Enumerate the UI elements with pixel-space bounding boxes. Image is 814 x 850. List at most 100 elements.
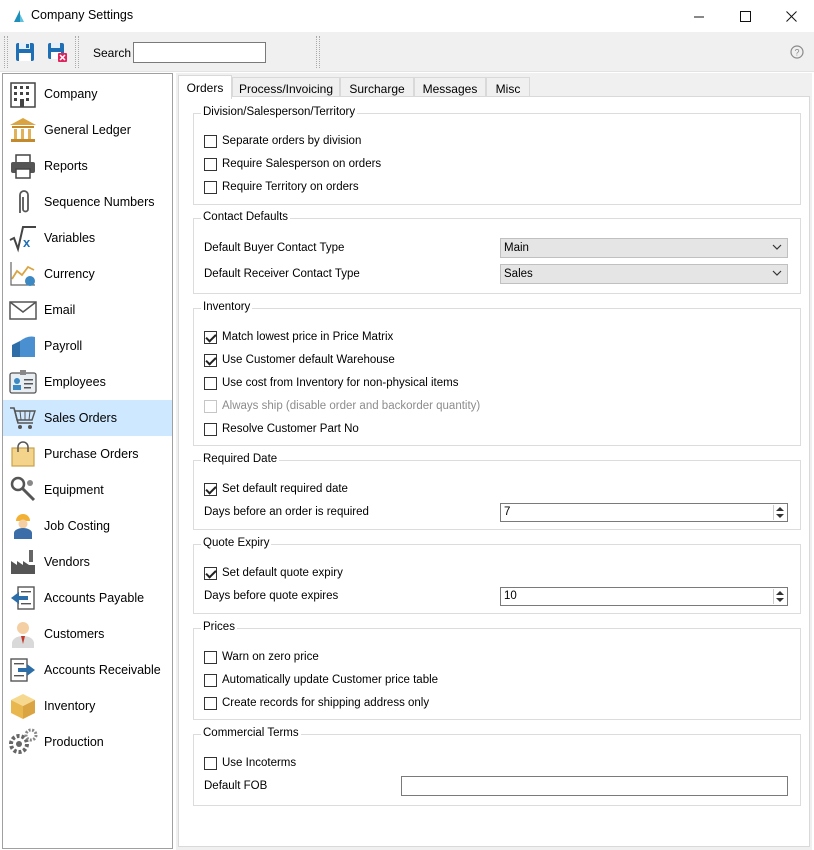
checkbox[interactable] (204, 134, 217, 148)
tab-messages[interactable]: Messages (414, 77, 486, 98)
receiver-contact-type-label: Default Receiver Contact Type (204, 268, 360, 280)
checkbox[interactable] (204, 482, 217, 496)
sidebar-item-label: Sales Orders (44, 411, 117, 425)
sidebar-item-email[interactable]: Email (3, 292, 172, 328)
tab-strip: Orders Process/Invoicing Surcharge Messa… (178, 75, 530, 99)
save-close-icon[interactable] (46, 41, 68, 63)
set-default-required-date-checkbox[interactable]: Set default required date (204, 481, 348, 497)
sidebar-item-sequence-numbers[interactable]: Sequence Numbers (3, 184, 172, 220)
checkbox[interactable] (204, 157, 217, 171)
require-salesperson-checkbox[interactable]: Require Salesperson on orders (204, 156, 381, 172)
sidebar-item-purchase-orders[interactable]: Purchase Orders (3, 436, 172, 472)
checkbox[interactable] (204, 422, 217, 436)
svg-text:?: ? (794, 48, 799, 58)
close-icon (785, 10, 797, 22)
sidebar-item-general-ledger[interactable]: General Ledger (3, 112, 172, 148)
sidebar-item-accounts-payable[interactable]: Accounts Payable (3, 580, 172, 616)
toolbar: Search ? (0, 32, 814, 72)
create-records-shipping-address-checkbox[interactable]: Create records for shipping address only (204, 695, 429, 711)
checkbox[interactable] (204, 650, 217, 664)
sidebar-item-customers[interactable]: Customers (3, 616, 172, 652)
spin-up-icon[interactable] (776, 507, 784, 511)
days-before-quote-expires-spinner[interactable]: 10 (500, 587, 788, 606)
match-lowest-price-checkbox[interactable]: Match lowest price in Price Matrix (204, 329, 393, 345)
use-customer-default-warehouse-checkbox[interactable]: Use Customer default Warehouse (204, 352, 395, 368)
shopping-bag-icon (11, 441, 35, 467)
checkbox-label: Require Territory on orders (222, 181, 359, 193)
checkbox[interactable] (204, 180, 217, 194)
division-group: Division/Salesperson/Territory Separate … (193, 106, 801, 205)
spinner-buttons[interactable] (773, 505, 786, 520)
checkbox-label: Use cost from Inventory for non-physical… (222, 377, 459, 389)
default-fob-input[interactable] (401, 776, 788, 796)
id-card-icon (9, 370, 37, 394)
tab-orders[interactable]: Orders (178, 75, 232, 99)
contact-defaults-group: Contact Defaults Default Buyer Contact T… (193, 211, 801, 294)
auto-update-customer-price-table-checkbox[interactable]: Automatically update Customer price tabl… (204, 672, 438, 688)
arrow-in-icon (10, 658, 35, 682)
sidebar-item-payroll[interactable]: Payroll (3, 328, 172, 364)
require-territory-checkbox[interactable]: Require Territory on orders (204, 179, 359, 195)
days-before-required-spinner[interactable]: 7 (500, 503, 788, 522)
checkbox-label: Automatically update Customer price tabl… (222, 674, 439, 686)
search-input[interactable] (133, 42, 266, 63)
checkbox[interactable] (204, 673, 217, 687)
sidebar-item-currency[interactable]: Currency (3, 256, 172, 292)
sidebar-item-label: Customers (44, 627, 105, 641)
use-cost-from-inventory-checkbox[interactable]: Use cost from Inventory for non-physical… (204, 375, 458, 391)
close-button[interactable] (768, 0, 814, 32)
separate-orders-by-division-checkbox[interactable]: Separate orders by division (204, 133, 361, 149)
sidebar-item-job-costing[interactable]: Job Costing (3, 508, 172, 544)
checkbox[interactable] (204, 353, 217, 367)
sidebar-item-label: Reports (44, 159, 88, 173)
factory-icon (11, 550, 35, 574)
sidebar-item-label: Sequence Numbers (44, 195, 155, 209)
help-icon[interactable]: ? (790, 45, 804, 59)
spin-down-icon[interactable] (776, 514, 784, 518)
tab-surcharge[interactable]: Surcharge (340, 77, 414, 98)
sidebar-item-variables[interactable]: x Variables (3, 220, 172, 256)
warn-on-zero-price-checkbox[interactable]: Warn on zero price (204, 649, 319, 665)
sidebar-item-production[interactable]: Production (3, 724, 172, 760)
checkbox[interactable] (204, 756, 217, 770)
sidebar-item-label: Inventory (44, 699, 96, 713)
sidebar-item-reports[interactable]: Reports (3, 148, 172, 184)
buyer-contact-type-select[interactable]: Main (500, 238, 788, 258)
tab-process-invoicing[interactable]: Process/Invoicing (232, 77, 340, 98)
spin-down-icon[interactable] (776, 598, 784, 602)
sidebar-item-company[interactable]: Company (3, 76, 172, 112)
minimize-button[interactable] (676, 0, 722, 32)
set-default-quote-expiry-checkbox[interactable]: Set default quote expiry (204, 565, 343, 581)
checkbox (204, 399, 217, 413)
maximize-button[interactable] (722, 0, 768, 32)
sidebar-item-accounts-receivable[interactable]: Accounts Receivable (3, 652, 172, 688)
use-incoterms-checkbox[interactable]: Use Incoterms (204, 755, 296, 771)
tab-misc[interactable]: Misc (486, 77, 530, 98)
toolbar-grip[interactable] (75, 36, 79, 68)
spinner-buttons[interactable] (773, 589, 786, 604)
spin-up-icon[interactable] (776, 591, 784, 595)
sidebar-item-vendors[interactable]: Vendors (3, 544, 172, 580)
sidebar-item-label: Accounts Payable (44, 591, 145, 605)
save-icon[interactable] (14, 41, 36, 63)
sidebar-item-equipment[interactable]: Equipment (3, 472, 172, 508)
toolbar-grip[interactable] (316, 36, 320, 68)
gears-icon (9, 728, 38, 754)
buyer-contact-type-label: Default Buyer Contact Type (204, 242, 345, 254)
sidebar-item-label: Equipment (44, 483, 104, 497)
checkbox[interactable] (204, 376, 217, 390)
sidebar-item-label: Purchase Orders (44, 447, 139, 461)
sidebar-item-sales-orders[interactable]: Sales Orders (3, 400, 172, 436)
sidebar-item-employees[interactable]: Employees (3, 364, 172, 400)
toolbar-grip[interactable] (4, 36, 8, 68)
select-value: Main (504, 242, 529, 254)
resolve-customer-part-no-checkbox[interactable]: Resolve Customer Part No (204, 421, 359, 437)
receiver-contact-type-select[interactable]: Sales (500, 264, 788, 284)
checkbox[interactable] (204, 330, 217, 344)
checkbox[interactable] (204, 566, 217, 580)
checkbox[interactable] (204, 696, 217, 710)
checkbox-label: Create records for shipping address only (222, 697, 430, 709)
window-title: Company Settings (31, 8, 134, 22)
days-before-quote-expires-label: Days before quote expires (204, 590, 339, 602)
sidebar-item-inventory[interactable]: Inventory (3, 688, 172, 724)
